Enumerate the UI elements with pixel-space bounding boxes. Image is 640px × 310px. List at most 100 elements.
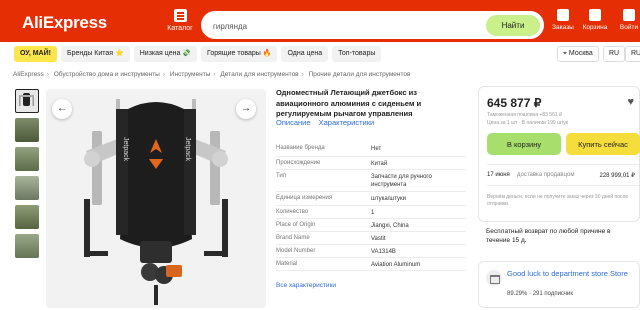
- chevron-left-icon[interactable]: ←: [52, 99, 72, 119]
- thumbnail-list: [15, 89, 40, 263]
- free-return-note: Бесплатный возврат по любой причине в те…: [486, 228, 611, 244]
- login-button[interactable]: Войти: [614, 9, 640, 31]
- divider: [487, 185, 639, 186]
- promo-chip-china-brands[interactable]: Бренды Китая ⭐: [60, 46, 130, 62]
- cart-icon: [589, 9, 601, 21]
- spec-value: Aviation Aluminum: [371, 262, 421, 268]
- orders-icon: [557, 9, 569, 21]
- add-to-cart-button[interactable]: В корзину: [487, 133, 561, 155]
- search-input[interactable]: [213, 19, 483, 33]
- login-label: Войти: [619, 24, 639, 31]
- delivery-label: доставка продавцом: [517, 172, 575, 178]
- breadcrumb-separator: ›: [301, 71, 304, 78]
- orders-label: Заказы: [552, 24, 574, 31]
- store-icon: [486, 270, 502, 286]
- jetpack-thumbnail-icon: [19, 93, 34, 106]
- spec-key: Название бренда: [276, 145, 325, 151]
- store-followers: 291 подписчик: [532, 291, 573, 297]
- buy-box: 645 877 ₽ ♥ Таможенная пошлина +83 561 ₽…: [478, 86, 640, 222]
- user-icon: [623, 9, 635, 21]
- breadcrumb: AliExpress › Обустройство дома и инструме…: [13, 71, 411, 78]
- product-price: 645 877 ₽: [487, 96, 542, 110]
- breadcrumb-item[interactable]: AliExpress: [13, 71, 44, 78]
- spec-row: Material Aviation Aluminum: [276, 258, 466, 271]
- cart-label: Корзина: [582, 24, 608, 31]
- promo-chip-low-price[interactable]: Низкая цена 💸: [133, 46, 198, 62]
- spec-key: Количество: [276, 209, 309, 215]
- product-tabs: Описание Характеристики: [276, 118, 380, 127]
- breadcrumb-separator: ›: [162, 71, 166, 78]
- promo-chips: ОУ, МАЙ! Бренды Китая ⭐ Низкая цена 💸 Го…: [14, 46, 382, 62]
- chevron-right-icon[interactable]: →: [236, 99, 256, 119]
- spec-row: Тип Запчасти для ручного инструмента: [276, 170, 466, 192]
- thumbnail-image[interactable]: [15, 118, 39, 142]
- thumbnail-image[interactable]: [15, 234, 39, 258]
- thumbnail-image[interactable]: [15, 89, 39, 113]
- top-header: AliExpress Каталог Найти Заказы Корзина …: [0, 0, 640, 42]
- spec-key: Place of Origin: [276, 222, 316, 228]
- buy-now-button[interactable]: Купить сейчас: [566, 133, 640, 155]
- location-icon: ⌖: [563, 50, 567, 57]
- promo-chip-top-products[interactable]: Топ-товары: [332, 46, 382, 62]
- spec-table: Название бренда Нет Происхождение Китай …: [276, 142, 466, 271]
- spec-row: Model Number VA1314B: [276, 245, 466, 258]
- customs-note: Таможенная пошлина +83 561 ₽: [487, 112, 563, 118]
- strap-lettering: Jetpack: [122, 137, 129, 162]
- spec-row: Происхождение Китай: [276, 157, 466, 170]
- language-selector[interactable]: RU: [603, 46, 626, 62]
- thumbnail-image[interactable]: [15, 147, 39, 171]
- tab-description[interactable]: Описание: [276, 118, 311, 127]
- spec-row: Единица измерения штука/штуки: [276, 192, 466, 206]
- cart-button[interactable]: Корзина: [580, 9, 610, 31]
- spec-row: Brand Name Vastit: [276, 232, 466, 245]
- aliexpress-logo[interactable]: AliExpress: [22, 13, 107, 33]
- divider: [487, 164, 639, 165]
- jetpack-illustration: Jetpack Jetpack: [84, 99, 228, 305]
- store-card[interactable]: Good luck to department store Store 89.2…: [478, 261, 640, 308]
- breadcrumb-item[interactable]: Детали для инструментов: [220, 71, 298, 78]
- breadcrumb-item[interactable]: Инструменты: [170, 71, 211, 78]
- promo-chip-oh-my[interactable]: ОУ, МАЙ!: [14, 46, 57, 62]
- search-button[interactable]: Найти: [486, 15, 540, 36]
- main-product-image[interactable]: Jetpack Jetpack: [46, 89, 266, 308]
- breadcrumb-item[interactable]: Обустройство дома и инструменты: [54, 71, 160, 78]
- spec-value: 1: [371, 210, 375, 216]
- thumbnail-image[interactable]: [15, 205, 39, 229]
- currency-selector[interactable]: RUB: [625, 46, 640, 62]
- strap-lettering: Jetpack: [184, 137, 191, 162]
- delivery-price: 228 999,01 ₽: [599, 173, 635, 179]
- heart-icon[interactable]: ♥: [627, 96, 634, 108]
- catalog-button[interactable]: Каталог: [165, 9, 195, 32]
- breadcrumb-separator: ›: [213, 71, 216, 78]
- spec-value: штука/штуки: [371, 196, 406, 202]
- store-meta: 89.29% · 291 подписчик: [507, 291, 573, 297]
- delivery-date: 17 июня: [487, 172, 510, 178]
- promo-chip-hot-deals[interactable]: Горящие товары 🔥: [201, 46, 278, 62]
- catalog-label: Каталог: [167, 25, 193, 32]
- breadcrumb-separator: ›: [46, 71, 49, 78]
- orders-button[interactable]: Заказы: [548, 9, 578, 31]
- spec-value: Нет: [371, 146, 382, 152]
- spec-value: Vastit: [371, 236, 386, 242]
- spec-value: Jiangxi, China: [371, 223, 409, 229]
- promo-chip-one-price[interactable]: Одна цена: [281, 46, 329, 62]
- unit-note: Цена за 1 шт · В наличии 199 штук: [487, 120, 569, 126]
- spec-key: Material: [276, 261, 298, 267]
- tab-characteristics[interactable]: Характеристики: [319, 118, 375, 127]
- spec-key: Model Number: [276, 248, 316, 254]
- all-specs-link[interactable]: Все характеристики: [276, 282, 336, 289]
- store-name[interactable]: Good luck to department store Store: [507, 269, 639, 279]
- city-label: Москва: [568, 50, 593, 57]
- refund-policy-note: Вернём деньги, если не получите заказ че…: [487, 194, 629, 207]
- search-bar: Найти: [201, 11, 544, 39]
- spec-row: Количество 1: [276, 206, 466, 219]
- spec-row: Place of Origin Jiangxi, China: [276, 219, 466, 232]
- spec-key: Тип: [276, 173, 287, 179]
- thumbnail-image[interactable]: [15, 176, 39, 200]
- breadcrumb-item[interactable]: Прочие детали для инструментов: [309, 71, 411, 78]
- store-rating: 89.29%: [507, 291, 528, 297]
- spec-key: Brand Name: [276, 235, 310, 241]
- spec-row: Название бренда Нет: [276, 142, 466, 157]
- city-selector[interactable]: ⌖ Москва: [557, 46, 599, 62]
- spec-value: Китай: [371, 161, 388, 167]
